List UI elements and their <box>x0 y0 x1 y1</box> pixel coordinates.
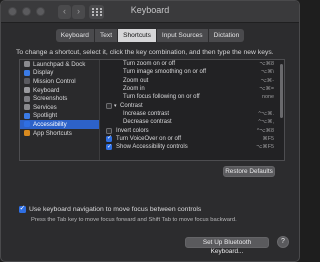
tab-text[interactable]: Text <box>94 29 119 42</box>
category-item[interactable]: Accessibility <box>20 120 99 129</box>
shortcut-key[interactable]: ⌥⌘F5 <box>256 144 274 150</box>
shortcut-checkbox[interactable] <box>106 134 112 142</box>
accessibility-icon <box>24 121 30 128</box>
restore-defaults-button[interactable]: Restore Defaults <box>223 166 275 177</box>
disclosure-triangle-icon[interactable]: ▾ <box>114 103 117 109</box>
shortcut-list: Turn zoom on or off ⌥⌘8 Turn image smoothi… <box>101 60 278 160</box>
category-list: Launchpad & Dock Display Mission Control Ke… <box>20 60 100 160</box>
category-label: Screenshots <box>33 95 68 103</box>
shortcut-key[interactable]: none <box>262 94 274 100</box>
shortcut-label: Turn VoiceOver on or off <box>116 135 182 142</box>
tab-keyboard[interactable]: Keyboard <box>55 29 95 42</box>
shortcut-key[interactable]: ⌥⌘\ <box>261 69 274 75</box>
keyboard-navigation-description: Press the Tab key to move focus forward … <box>31 217 237 223</box>
shortcut-label: Zoom out <box>123 77 149 84</box>
shortcut-list-scrollbar[interactable] <box>279 62 283 158</box>
category-label: Mission Control <box>33 77 76 85</box>
keyboard-icon <box>24 87 30 94</box>
shortcut-label: Turn image smoothing on or off <box>123 69 207 76</box>
category-label: Spotlight <box>33 112 58 120</box>
category-item[interactable]: App Shortcuts <box>20 129 99 138</box>
category-item[interactable]: Keyboard <box>20 86 99 95</box>
category-label: Launchpad & Dock <box>33 60 86 68</box>
category-item[interactable]: Mission Control <box>20 77 99 86</box>
shortcut-key[interactable]: ^⌥⌘. <box>258 111 274 117</box>
shortcut-label: Turn focus following on or off <box>123 94 200 101</box>
shortcut-row[interactable]: Decrease contrast ^⌥⌘, <box>101 118 278 126</box>
category-item[interactable]: Display <box>20 69 99 78</box>
shortcut-row[interactable]: Zoom in ⌥⌘= <box>101 85 278 93</box>
shortcut-row[interactable]: ▾ Contrast <box>101 101 278 109</box>
shortcuts-panel: Launchpad & Dock Display Mission Control Ke… <box>19 59 285 161</box>
category-item[interactable]: Launchpad & Dock <box>20 60 99 69</box>
keyboard-navigation-label: Use keyboard navigation to move focus be… <box>29 206 202 213</box>
category-label: Keyboard <box>33 86 60 94</box>
shortcut-label: Zoom in <box>123 86 145 93</box>
display-icon <box>24 69 30 76</box>
launchpad-dock-icon <box>24 61 30 68</box>
shortcut-row[interactable]: Increase contrast ^⌥⌘. <box>101 110 278 118</box>
shortcut-key[interactable]: ⌘F5 <box>262 136 274 142</box>
tab-bar: Keyboard Text Shortcuts Input Sources Di… <box>1 29 299 42</box>
tab-shortcuts[interactable]: Shortcuts <box>118 29 157 42</box>
shortcut-checkbox[interactable] <box>106 127 112 134</box>
shortcut-key[interactable]: ^⌥⌘, <box>258 119 274 125</box>
shortcut-row[interactable]: Turn focus following on or off none <box>101 93 278 101</box>
shortcut-label: Increase contrast <box>123 110 170 117</box>
shortcut-label: Contrast <box>120 102 143 109</box>
shortcut-key[interactable]: ⌥⌘- <box>261 78 274 84</box>
instructions-text: To change a shortcut, select it, click t… <box>16 49 274 56</box>
window-title: Keyboard <box>130 5 170 15</box>
shortcut-row[interactable]: Zoom out ⌥⌘- <box>101 77 278 85</box>
keyboard-preferences-window: ‹ › Keyboard Keyboard Text Shortcuts Inp… <box>0 0 300 262</box>
category-item[interactable]: Spotlight <box>20 112 99 121</box>
help-button[interactable]: ? <box>277 236 289 248</box>
shortcut-label: Show Accessibility controls <box>116 144 188 151</box>
shortcut-row[interactable]: Show Accessibility controls ⌥⌘F5 <box>101 143 278 151</box>
category-item[interactable]: Screenshots <box>20 94 99 103</box>
shortcut-key[interactable]: ⌥⌘8 <box>259 61 274 67</box>
tab-input-sources[interactable]: Input Sources <box>156 29 209 42</box>
shortcut-row[interactable]: Invert colors ^⌥⌘8 <box>101 126 278 134</box>
screenshots-icon <box>24 95 30 102</box>
shortcut-label: Decrease contrast <box>123 119 172 126</box>
shortcut-label: Turn zoom on or off <box>123 61 176 68</box>
services-icon <box>24 104 30 111</box>
category-item[interactable]: Services <box>20 103 99 112</box>
category-label: Services <box>33 103 57 111</box>
shortcut-row[interactable]: Turn zoom on or off ⌥⌘8 <box>101 60 278 68</box>
set-up-bluetooth-keyboard-button[interactable]: Set Up Bluetooth Keyboard... <box>185 237 269 255</box>
title-bar: ‹ › Keyboard <box>1 1 299 23</box>
mission-control-icon <box>24 78 30 85</box>
shortcut-label: Invert colors <box>116 127 149 134</box>
shortcut-key[interactable]: ^⌥⌘8 <box>257 128 274 134</box>
category-label: App Shortcuts <box>33 129 72 137</box>
shortcut-row[interactable]: Turn VoiceOver on or off ⌘F5 <box>101 134 278 143</box>
category-label: Display <box>33 69 54 77</box>
shortcut-row[interactable]: Turn image smoothing on or off ⌥⌘\ <box>101 68 278 76</box>
app-shortcuts-icon <box>24 130 30 137</box>
shortcut-key[interactable]: ⌥⌘= <box>259 86 274 92</box>
keyboard-navigation-checkbox[interactable] <box>19 204 26 213</box>
tab-dictation[interactable]: Dictation <box>208 29 245 42</box>
category-label: Accessibility <box>33 120 67 128</box>
shortcut-checkbox[interactable] <box>106 102 112 109</box>
spotlight-icon <box>24 112 30 119</box>
keyboard-navigation-option[interactable]: Use keyboard navigation to move focus be… <box>19 204 202 213</box>
shortcut-checkbox[interactable] <box>106 143 112 151</box>
